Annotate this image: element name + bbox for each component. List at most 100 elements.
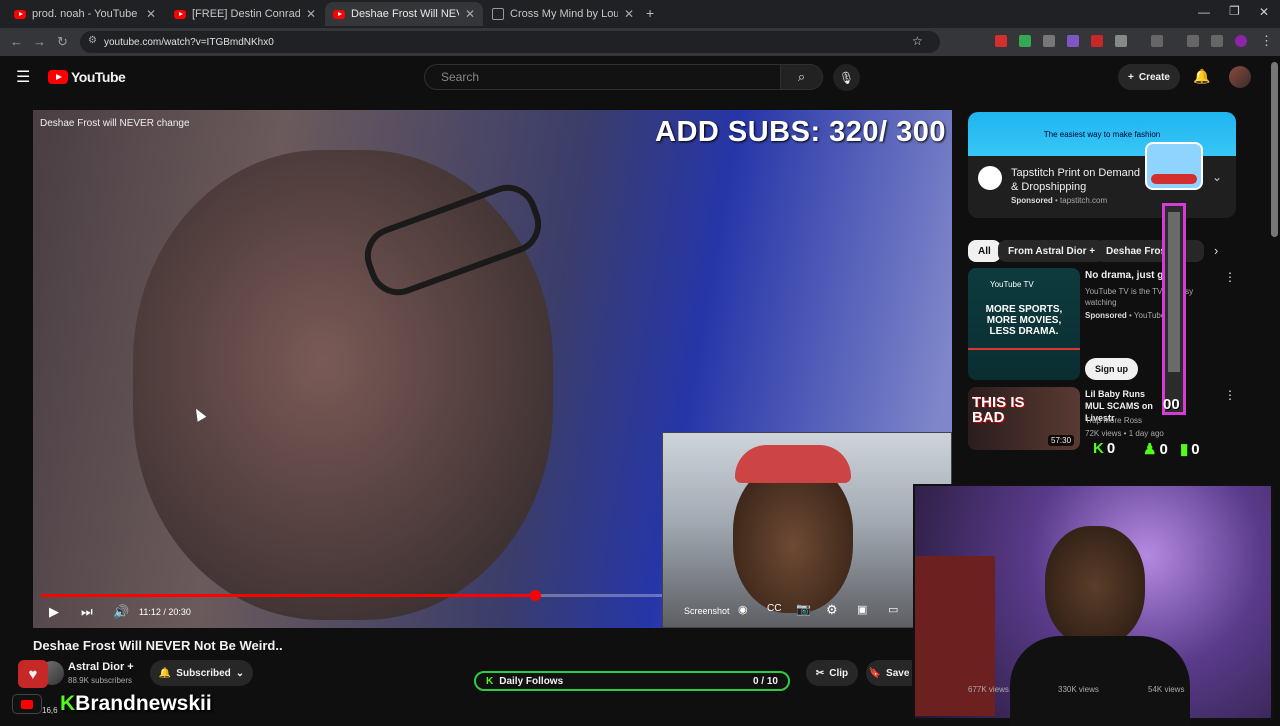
extension-icon-5[interactable] (1091, 35, 1103, 47)
next-icon[interactable]: ⏭ (81, 604, 93, 620)
chip-from-channel[interactable]: From Astral Dior + (998, 240, 1106, 262)
chip-all[interactable]: All (968, 240, 1001, 262)
daily-follows-count: 0 / 10 (752, 675, 778, 687)
site-info-icon[interactable]: ⚙ (88, 35, 97, 46)
chip-label: Deshae Frost (1106, 245, 1170, 257)
close-icon[interactable]: ✕ (306, 7, 316, 21)
chevron-right-icon[interactable]: › (1214, 243, 1218, 258)
hamburger-menu-icon[interactable]: ☰ (16, 67, 30, 87)
close-icon[interactable]: ✕ (465, 7, 475, 21)
subscribed-label: Subscribed (176, 667, 231, 679)
captions-icon[interactable]: CC (767, 603, 781, 614)
cap-graphic (735, 445, 851, 483)
extension-icon-1[interactable] (995, 35, 1007, 47)
streamer-shirt (1010, 636, 1190, 726)
forward-icon[interactable]: → (33, 34, 46, 49)
youtube-logo[interactable]: YouTube (48, 69, 126, 85)
back-icon[interactable]: ← (10, 34, 23, 49)
sidebar-item-channel: YouTube (1133, 311, 1166, 320)
youtube-small-icon (12, 694, 42, 714)
reload-icon[interactable]: ↻ (57, 34, 68, 50)
subscribed-button[interactable]: 🔔 Subscribed ⌄ (150, 660, 253, 686)
video-thumbnail[interactable]: THIS IS BAD 57:30 (968, 387, 1080, 450)
kick-stat-value: 0 (1106, 440, 1116, 457)
ad-domain: tapstitch.com (1060, 196, 1108, 205)
side-panel-icon[interactable] (1151, 35, 1163, 47)
search-input[interactable]: Search (424, 64, 781, 90)
browser-menu-icon[interactable]: ⋮ (1260, 33, 1273, 49)
sign-up-button[interactable]: Sign up (1085, 358, 1138, 380)
volume-icon[interactable]: 🔊 (113, 604, 129, 620)
search-button[interactable]: ⌕ (781, 64, 823, 90)
page-scrollbar-thumb[interactable] (1271, 62, 1278, 237)
daily-follows-bar: K Daily Follows 0 / 10 (474, 671, 790, 691)
voice-search-button[interactable]: 🎙 (833, 64, 860, 91)
sidebar-item-meta: 72K views • 1 day ago (1085, 429, 1164, 438)
new-tab-icon[interactable]: + (646, 5, 654, 21)
bars-icon: ▮ (1180, 441, 1189, 458)
settings-gear-icon[interactable]: ⚙ (826, 602, 838, 618)
close-icon[interactable]: ✕ (146, 7, 156, 21)
close-window-icon[interactable]: ✕ (1259, 5, 1269, 19)
signal-stat: ▮ 0 (1180, 440, 1200, 459)
browser-tab-2[interactable]: [FREE] Destin Conrad x Kehlani ✕ (166, 2, 324, 26)
tapstitch-logo-icon (978, 166, 1002, 190)
browser-tab-1[interactable]: prod. noah - YouTube ✕ (6, 2, 164, 26)
tab-title: [FREE] Destin Conrad x Kehlani (192, 8, 300, 20)
chip-label: From Astral Dior + (1008, 245, 1096, 257)
kick-stat: K0 (1093, 440, 1115, 457)
person-icon: ♟ (1143, 441, 1157, 458)
chevron-down-icon[interactable]: ⌄ (1212, 170, 1222, 184)
subscriber-goal-overlay: ADD SUBS: 320/ 300 (655, 116, 947, 148)
views-count: 54K views (1148, 685, 1185, 694)
create-button[interactable]: + Create (1118, 64, 1180, 90)
youtube-icon (14, 9, 26, 19)
media-icon[interactable] (1211, 35, 1223, 47)
views-count: 330K views (1058, 685, 1099, 694)
sidebar-item-desc: YouTube TV is the TV for easy watching (1085, 287, 1194, 307)
chip-deshae-frost[interactable]: Deshae Frost (1096, 240, 1204, 262)
signal-stat-value: 0 (1191, 440, 1200, 458)
facecam-reactor: Screenshot ◉ CC 📷 ⚙ ▣ ▭ (662, 432, 952, 628)
profile-avatar-icon[interactable] (1235, 35, 1247, 47)
download-icon[interactable] (1187, 35, 1199, 47)
extension-icon-4[interactable] (1067, 35, 1079, 47)
theater-mode-icon[interactable]: ▭ (888, 603, 898, 616)
star-icon[interactable]: ☆ (912, 34, 923, 48)
create-label: Create (1138, 71, 1170, 83)
restore-icon[interactable]: ❐ (1229, 4, 1240, 18)
minimize-icon[interactable]: — (1198, 5, 1210, 19)
browser-tab-3[interactable]: Deshae Frost Will NEVER Not Be ✕ (325, 2, 483, 26)
progress-scrubber[interactable] (529, 590, 541, 601)
kick-logo-icon: K (486, 675, 494, 687)
stream-meter-overlay (1162, 203, 1186, 415)
video-duration: 57:30 (1048, 435, 1075, 446)
microphone-icon: 🎙 (838, 70, 855, 85)
youtube-tv-thumbnail[interactable]: YouTube TV MORE SPORTS, MORE MOVIES, LES… (968, 268, 1080, 380)
extension-icon-2[interactable] (1019, 35, 1031, 47)
save-button[interactable]: 🔖 Save (866, 660, 912, 686)
sidebar-item-channel[interactable]: Trap More Ross (1085, 416, 1142, 425)
daily-follows-label: Daily Follows (499, 675, 564, 687)
clip-button[interactable]: ✂ Clip (806, 660, 858, 686)
screenshot-label: Screenshot (684, 606, 730, 616)
video-time: 11:12 / 20:30 (139, 607, 191, 617)
thumb-text: THIS IS BAD (972, 394, 1025, 426)
sign-up-label: Sign up (1095, 364, 1128, 374)
more-options-icon[interactable]: ⋮ (1224, 270, 1236, 284)
camera-icon[interactable]: 📷 (796, 602, 811, 616)
more-options-icon[interactable]: ⋮ (1224, 388, 1236, 402)
extensions-puzzle-icon[interactable] (1115, 35, 1127, 47)
address-bar[interactable]: ⚙ youtube.com/watch?v=ITGBmdNKhx0 ☆ (80, 31, 940, 53)
account-avatar[interactable] (1229, 66, 1251, 88)
notifications-bell-icon[interactable]: 🔔 (1193, 68, 1210, 85)
autoplay-toggle-icon[interactable]: ◉ (738, 603, 748, 616)
miniplayer-icon[interactable]: ▣ (857, 603, 867, 616)
extension-icon-3[interactable] (1043, 35, 1055, 47)
play-icon[interactable]: ▶ (49, 604, 59, 620)
browser-tab-4[interactable]: Cross My Mind by Lou Xtwo ✕ (484, 2, 642, 26)
youtube-icon (333, 9, 345, 19)
close-icon[interactable]: ✕ (624, 7, 634, 21)
kick-logo-icon: K (60, 692, 76, 715)
channel-name[interactable]: Astral Dior + (68, 661, 134, 673)
